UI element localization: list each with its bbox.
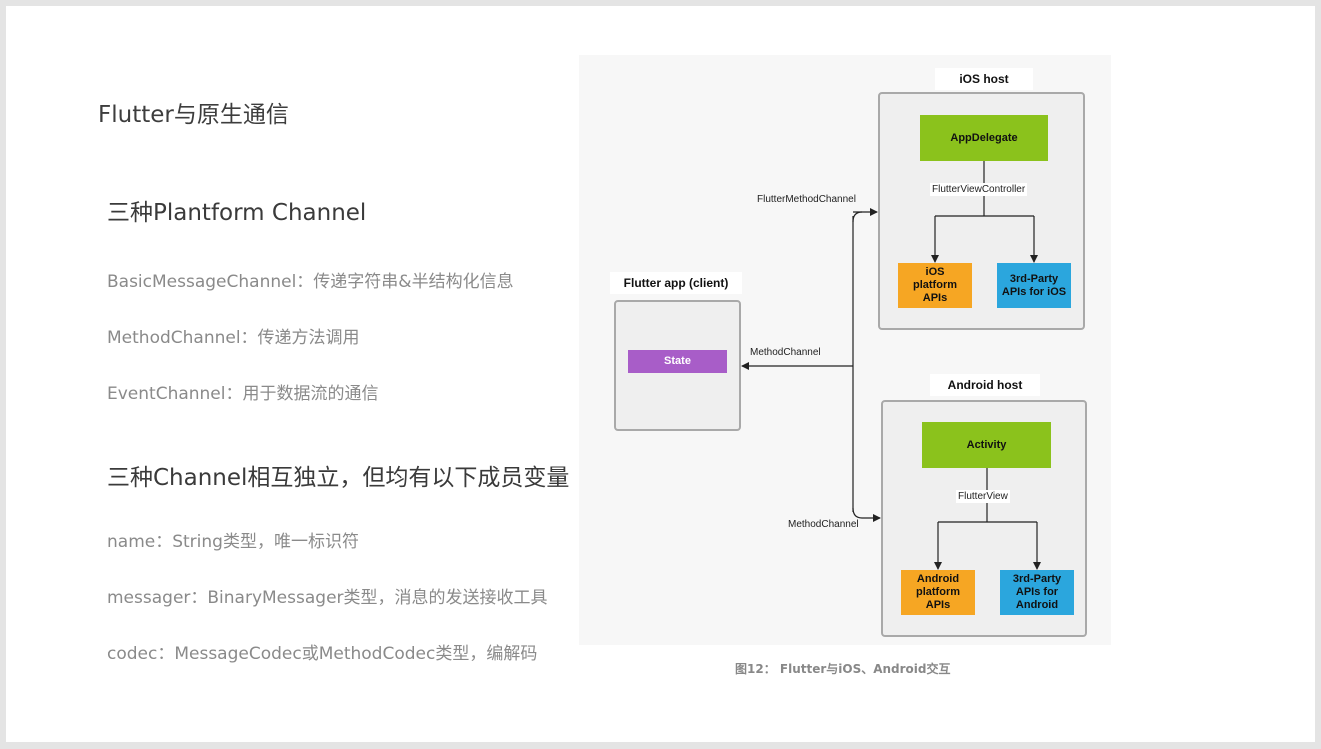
channel-bottom-corner (852, 507, 863, 519)
flutter-view-controller-label: FlutterViewController (930, 183, 1028, 196)
method-channel-client-label: MethodChannel (750, 347, 821, 358)
figure-caption: 图12： Flutter与iOS、Android交互 (735, 662, 951, 676)
flutter-method-channel-label: FlutterMethodChannel (757, 194, 856, 205)
flutter-view-label: FlutterView (956, 490, 1010, 503)
channel-top-corner (852, 211, 863, 223)
method-channel-android-label: MethodChannel (788, 519, 859, 530)
diagram-connectors (741, 161, 1041, 570)
